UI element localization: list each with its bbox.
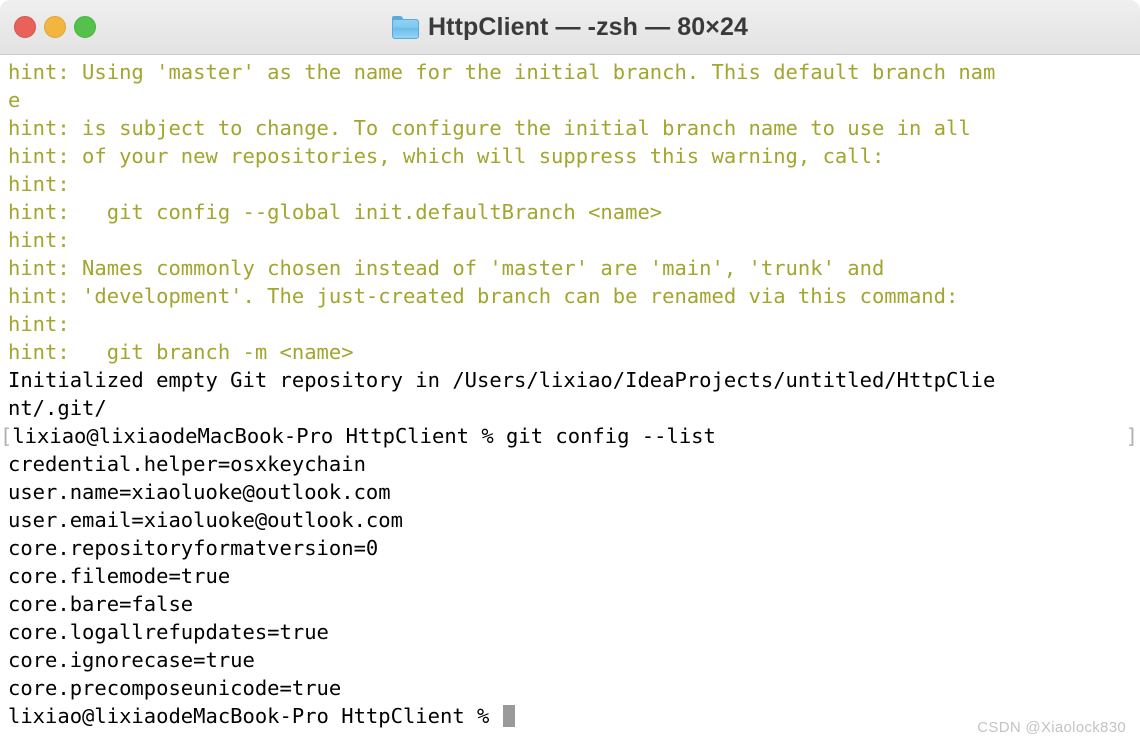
title-center-group: HttpClient — -zsh — 80×24 bbox=[0, 0, 1140, 54]
terminal-line: hint: of your new repositories, which wi… bbox=[8, 144, 885, 168]
terminal-line: core.logallrefupdates=true bbox=[8, 620, 329, 644]
terminal-line: core.ignorecase=true bbox=[8, 648, 255, 672]
terminal-line: core.repositoryformatversion=0 bbox=[8, 536, 379, 560]
terminal-line: hint: Using 'master' as the name for the… bbox=[8, 60, 996, 84]
maximize-button[interactable] bbox=[74, 16, 96, 38]
prompt-text: lixiao@lixiaodeMacBook-Pro HttpClient % bbox=[8, 704, 502, 728]
terminal-line: core.precomposeunicode=true bbox=[8, 676, 342, 700]
terminal-line: Initialized empty Git repository in /Use… bbox=[8, 368, 996, 392]
terminal-output-area[interactable]: hint: Using 'master' as the name for the… bbox=[0, 55, 1140, 742]
window-title: HttpClient — -zsh — 80×24 bbox=[428, 12, 748, 41]
terminal-line-text: lixiao@lixiaodeMacBook-Pro HttpClient % … bbox=[12, 424, 716, 448]
traffic-light-group bbox=[14, 16, 96, 38]
terminal-line: nt/.git/ bbox=[8, 396, 107, 420]
prompt-marker-left: [ bbox=[0, 424, 13, 448]
terminal-line: user.name=xiaoluoke@outlook.com bbox=[8, 480, 391, 504]
terminal-scrollback: hint: Using 'master' as the name for the… bbox=[0, 58, 1140, 730]
terminal-prompt-line: [lixiao@lixiaodeMacBook-Pro HttpClient %… bbox=[0, 422, 1140, 450]
terminal-line: hint: bbox=[8, 228, 70, 252]
terminal-line: hint: is subject to change. To configure… bbox=[8, 116, 971, 140]
terminal-line: core.filemode=true bbox=[8, 564, 231, 588]
close-button[interactable] bbox=[14, 16, 36, 38]
terminal-line: hint: bbox=[8, 172, 70, 196]
minimize-button[interactable] bbox=[44, 16, 66, 38]
terminal-line: hint: bbox=[8, 312, 70, 336]
terminal-window: HttpClient — -zsh — 80×24 hint: Using 'm… bbox=[0, 0, 1140, 742]
terminal-line: hint: Names commonly chosen instead of '… bbox=[8, 256, 885, 280]
title-bar[interactable]: HttpClient — -zsh — 80×24 bbox=[0, 0, 1140, 55]
terminal-line: e bbox=[8, 88, 21, 112]
watermark: CSDN @Xiaolock830 bbox=[977, 719, 1126, 736]
terminal-line: user.email=xiaoluoke@outlook.com bbox=[8, 508, 403, 532]
folder-icon bbox=[392, 15, 420, 39]
active-prompt-line[interactable]: lixiao@lixiaodeMacBook-Pro HttpClient % bbox=[0, 702, 1140, 730]
terminal-line: core.bare=false bbox=[8, 592, 194, 616]
terminal-line: credential.helper=osxkeychain bbox=[8, 452, 366, 476]
text-cursor bbox=[502, 705, 515, 727]
terminal-line: hint: 'development'. The just-created br… bbox=[8, 284, 959, 308]
terminal-line: hint: git config --global init.defaultBr… bbox=[8, 200, 663, 224]
terminal-line: hint: git branch -m <name> bbox=[8, 340, 354, 364]
prompt-marker-right: ] bbox=[1125, 424, 1138, 448]
